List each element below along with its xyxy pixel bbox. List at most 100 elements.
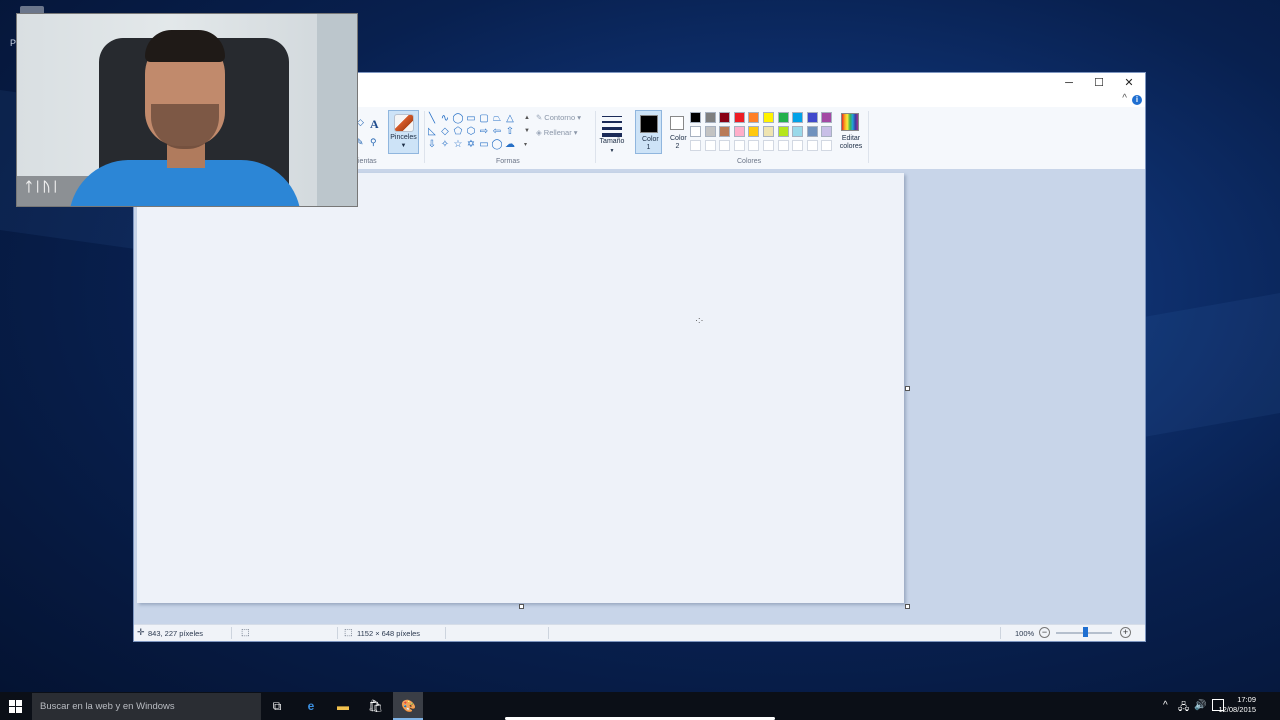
palette-color-swatch[interactable] bbox=[733, 126, 745, 137]
left-arrow-shape-icon[interactable]: ⇦ bbox=[491, 127, 503, 137]
palette-color-swatch[interactable] bbox=[748, 140, 760, 151]
edit-colors-button[interactable]: Editar colores bbox=[837, 110, 865, 154]
shapes-scroll-down-icon[interactable]: ▼ bbox=[524, 128, 530, 134]
palette-color-swatch[interactable] bbox=[748, 112, 760, 123]
size-button[interactable]: Tamaño ▼ bbox=[599, 111, 625, 155]
palette-color-swatch[interactable] bbox=[763, 112, 774, 123]
four-point-star-shape-icon[interactable]: ✧ bbox=[439, 140, 451, 150]
palette-color-swatch[interactable] bbox=[806, 140, 818, 151]
status-bar: ✛ 843, 227 píxeles ⬚ ⬚ 1152 × 648 píxele… bbox=[134, 624, 1145, 641]
cursor-position-icon: ✛ bbox=[137, 627, 145, 637]
color2-swatch bbox=[670, 116, 684, 130]
shapes-expand-icon[interactable]: ▾ bbox=[524, 141, 527, 148]
fill-icon: ◈ bbox=[536, 128, 542, 137]
pentagon-shape-icon[interactable]: ⬠ bbox=[452, 127, 464, 137]
right-triangle-shape-icon[interactable]: ◺ bbox=[426, 127, 438, 137]
resize-handle-right[interactable] bbox=[905, 386, 910, 391]
triangle-shape-icon[interactable]: △ bbox=[504, 114, 516, 124]
start-button[interactable] bbox=[9, 700, 22, 713]
palette-color-swatch[interactable] bbox=[777, 140, 789, 151]
diamond-shape-icon[interactable]: ◇ bbox=[439, 127, 451, 137]
palette-color-swatch[interactable] bbox=[719, 126, 731, 137]
oval-shape-icon[interactable]: ◯ bbox=[452, 114, 464, 124]
edge-browser-icon[interactable]: e bbox=[304, 699, 318, 713]
windows-logo-pane bbox=[16, 700, 22, 706]
cloud-callout-shape-icon[interactable]: ☁ bbox=[504, 140, 516, 150]
palette-color-swatch[interactable] bbox=[792, 126, 804, 137]
minimize-button[interactable]: ─ bbox=[1054, 73, 1084, 93]
palette-color-swatch[interactable] bbox=[704, 140, 716, 151]
palette-color-swatch[interactable] bbox=[821, 140, 833, 151]
fill-dropdown[interactable]: ◈ Rellenar ▾ bbox=[536, 128, 578, 137]
shapes-group-label: Formas bbox=[496, 158, 520, 165]
resize-handle-bottom[interactable] bbox=[519, 604, 524, 609]
zoom-out-button[interactable]: − bbox=[1039, 627, 1050, 638]
close-button[interactable]: ✕ bbox=[1114, 73, 1144, 93]
file-explorer-icon[interactable]: ▬ bbox=[336, 699, 350, 713]
palette-color-swatch[interactable] bbox=[748, 126, 760, 137]
divider bbox=[231, 627, 232, 639]
brushes-button[interactable]: Pinceles ▼ bbox=[388, 110, 419, 154]
search-box[interactable]: Buscar en la web y en Windows bbox=[32, 693, 261, 720]
palette-color-swatch[interactable] bbox=[690, 126, 701, 137]
right-arrow-shape-icon[interactable]: ⇨ bbox=[478, 127, 490, 137]
palette-color-swatch[interactable] bbox=[690, 140, 701, 151]
palette-color-swatch[interactable] bbox=[821, 126, 833, 137]
zoom-slider-thumb[interactable] bbox=[1083, 627, 1088, 637]
collapse-ribbon-icon[interactable]: ^ bbox=[1122, 93, 1127, 104]
drawing-canvas[interactable]: ·:· bbox=[137, 173, 904, 603]
network-icon[interactable]: 🖧 bbox=[1178, 700, 1189, 717]
palette-color-swatch[interactable] bbox=[777, 126, 789, 137]
palette-color-swatch[interactable] bbox=[704, 112, 716, 123]
palette-color-swatch[interactable] bbox=[690, 112, 701, 123]
palette-color-swatch[interactable] bbox=[733, 112, 745, 123]
rounded-callout-shape-icon[interactable]: ▭ bbox=[478, 140, 490, 150]
resize-handle-corner[interactable] bbox=[905, 604, 910, 609]
fill-label: Rellenar bbox=[543, 128, 572, 137]
palette-color-swatch[interactable] bbox=[719, 112, 731, 123]
zoom-in-button[interactable]: + bbox=[1120, 627, 1131, 638]
size-line bbox=[602, 121, 622, 123]
system-clock[interactable]: 17:09 12/08/2015 bbox=[1218, 695, 1256, 715]
taskbar: Buscar en la web y en Windows ⧉ e ▬ 🛍 🎨 … bbox=[0, 692, 1280, 720]
hexagon-shape-icon[interactable]: ⬡ bbox=[465, 127, 477, 137]
rectangle-shape-icon[interactable]: ▭ bbox=[465, 114, 477, 124]
palette-color-swatch[interactable] bbox=[763, 126, 774, 137]
palette-color-swatch[interactable] bbox=[792, 112, 804, 123]
palette-color-swatch[interactable] bbox=[792, 140, 804, 151]
magnifier-icon[interactable]: ⚲ bbox=[370, 137, 377, 148]
color1-label: Color 1 bbox=[642, 136, 659, 151]
shapes-scroll-up-icon[interactable]: ▲ bbox=[524, 115, 530, 121]
task-view-icon[interactable]: ⧉ bbox=[270, 699, 284, 713]
palette-color-swatch[interactable] bbox=[704, 126, 716, 137]
help-icon[interactable]: i bbox=[1132, 95, 1142, 105]
color1-button[interactable]: Color 1 bbox=[635, 110, 662, 154]
palette-color-swatch[interactable] bbox=[777, 112, 789, 123]
rounded-rectangle-shape-icon[interactable]: ▢ bbox=[478, 114, 490, 124]
palette-color-swatch[interactable] bbox=[733, 140, 745, 151]
down-arrow-shape-icon[interactable]: ⇩ bbox=[426, 140, 438, 150]
color2-button[interactable]: Color 2 bbox=[664, 110, 691, 154]
volume-icon[interactable]: 🔊 bbox=[1194, 700, 1206, 711]
five-point-star-shape-icon[interactable]: ☆ bbox=[452, 140, 464, 150]
outline-dropdown[interactable]: ✎ Contorno ▾ bbox=[536, 113, 581, 122]
palette-color-swatch[interactable] bbox=[806, 112, 818, 123]
palette-color-swatch[interactable] bbox=[806, 126, 818, 137]
fill-tool-icon[interactable]: ◇ bbox=[357, 117, 364, 128]
polygon-shape-icon[interactable]: ⏢ bbox=[491, 114, 503, 124]
palette-color-swatch[interactable] bbox=[719, 140, 731, 151]
maximize-button[interactable]: ☐ bbox=[1084, 73, 1114, 93]
line-shape-icon[interactable]: ╲ bbox=[426, 114, 438, 124]
oval-callout-shape-icon[interactable]: ◯ bbox=[491, 140, 503, 150]
palette-color-swatch[interactable] bbox=[821, 112, 833, 123]
show-hidden-icons-icon[interactable]: ^ bbox=[1163, 700, 1168, 711]
curve-shape-icon[interactable]: ∿ bbox=[439, 114, 451, 124]
shapes-gallery: ╲ ∿ ◯ ▭ ▢ ⏢ △ ◺ ◇ ⬠ ⬡ ⇨ ⇦ ⇧ ⇩ ✧ ☆ ✡ ▭ ◯ … bbox=[426, 110, 532, 154]
six-point-star-shape-icon[interactable]: ✡ bbox=[465, 140, 477, 150]
text-tool-icon[interactable]: A bbox=[370, 117, 379, 132]
clock-time: 17:09 bbox=[1237, 695, 1256, 704]
store-icon[interactable]: 🛍 bbox=[368, 699, 383, 713]
webcam-person-hair bbox=[145, 30, 225, 62]
palette-color-swatch[interactable] bbox=[763, 140, 774, 151]
up-arrow-shape-icon[interactable]: ⇧ bbox=[504, 127, 516, 137]
